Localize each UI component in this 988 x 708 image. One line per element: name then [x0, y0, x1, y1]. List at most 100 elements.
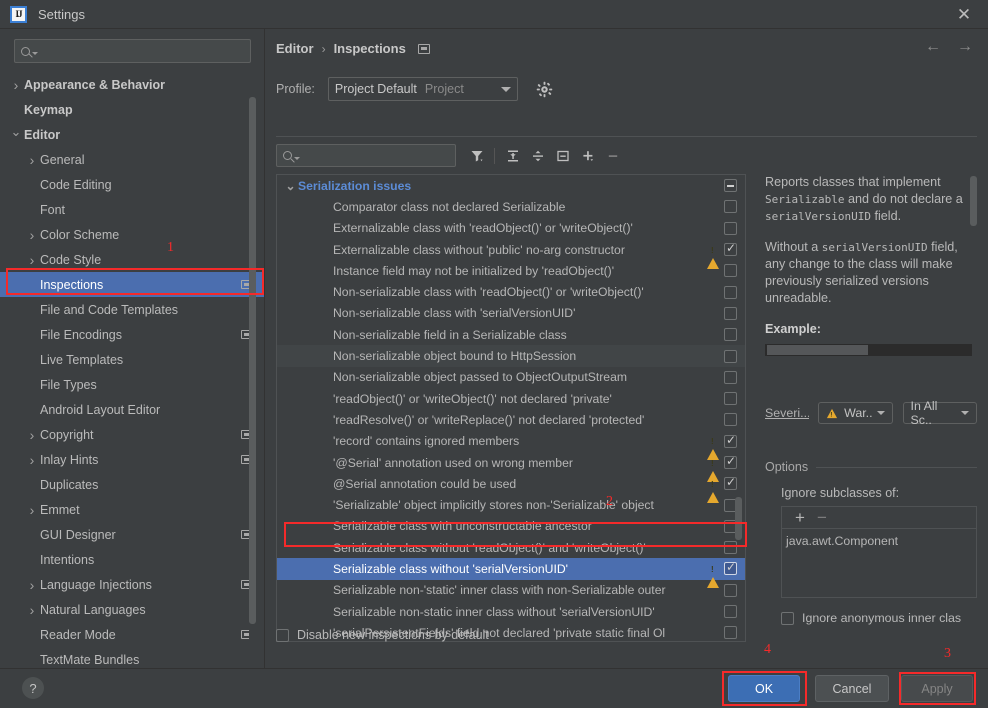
sidebar-item-live-templates[interactable]: Live Templates	[0, 347, 265, 372]
inspections-list[interactable]: ⌄ Serialization issues Comparator class no…	[276, 174, 746, 642]
close-icon[interactable]: ✕	[954, 4, 974, 24]
sidebar-item-intentions[interactable]: Intentions	[0, 547, 265, 572]
inspection-enabled-checkbox[interactable]	[724, 200, 737, 214]
chevron-right-icon[interactable]	[8, 77, 24, 93]
profile-dropdown[interactable]: Project Default Project	[327, 77, 518, 101]
inspection-enabled-checkbox[interactable]	[724, 475, 737, 491]
inspection-row[interactable]: Instance field may not be initialized by…	[277, 260, 745, 281]
severity-dropdown[interactable]: War..	[818, 402, 893, 424]
inspection-enabled-checkbox[interactable]	[724, 392, 737, 406]
filter-icon[interactable]	[464, 144, 489, 167]
inspection-row[interactable]: Non-serializable class with 'serialVersi…	[277, 303, 745, 324]
inspection-row[interactable]: Serializable class with unconstructable …	[277, 516, 745, 537]
sidebar-item-natural-languages[interactable]: Natural Languages	[0, 597, 265, 622]
chevron-right-icon[interactable]	[24, 502, 40, 518]
sidebar-item-color-scheme[interactable]: Color Scheme	[0, 222, 265, 247]
search-input[interactable]	[38, 44, 250, 58]
inspection-row[interactable]: Serializable class without 'serialVersio…	[277, 558, 745, 588]
sidebar-item-language-injections[interactable]: Language Injections	[0, 572, 265, 597]
inspection-row[interactable]: Serializable class without 'readObject()…	[277, 537, 745, 558]
inspection-row[interactable]: Externalizable class without 'public' no…	[277, 239, 745, 269]
ok-button[interactable]: OK	[728, 675, 800, 702]
inspection-row[interactable]: Non-serializable class with 'readObject(…	[277, 281, 745, 302]
inspection-row[interactable]: 'Serializable' object implicitly stores …	[277, 494, 745, 515]
disable-new-inspections-row[interactable]: Disable new inspections by default	[276, 628, 489, 642]
cancel-button[interactable]: Cancel	[815, 675, 889, 702]
sidebar-scrollbar-thumb[interactable]	[249, 97, 256, 624]
inspection-enabled-checkbox[interactable]	[724, 328, 737, 342]
sidebar-item-duplicates[interactable]: Duplicates	[0, 472, 265, 497]
ignore-subclasses-listbox[interactable]: + − java.awt.Component	[781, 506, 977, 598]
arrow-left-icon[interactable]: ←	[925, 39, 941, 55]
inspection-group-header[interactable]: ⌄ Serialization issues	[277, 175, 745, 196]
help-icon[interactable]: ?	[22, 677, 44, 699]
remove-icon[interactable]	[600, 144, 625, 167]
sidebar-item-file-types[interactable]: File Types	[0, 372, 265, 397]
inspection-filter-input[interactable]	[300, 148, 459, 163]
add-icon[interactable]	[575, 144, 600, 167]
inspection-row[interactable]: 'record' contains ignored members	[277, 431, 745, 461]
sidebar-item-emmet[interactable]: Emmet	[0, 497, 265, 522]
ignore-anonymous-checkbox-row[interactable]: Ignore anonymous inner clas	[781, 611, 961, 625]
sidebar-item-reader-mode[interactable]: Reader Mode	[0, 622, 265, 647]
inspection-enabled-checkbox[interactable]	[724, 583, 737, 597]
inspection-enabled-checkbox[interactable]	[724, 433, 737, 448]
collapse-all-icon[interactable]	[525, 144, 550, 167]
inspection-row[interactable]: Serializable non-static inner class with…	[277, 601, 745, 622]
inspection-row[interactable]: @Serial annotation could be used	[277, 473, 745, 503]
inspection-enabled-checkbox[interactable]	[724, 221, 737, 235]
inspection-row[interactable]: Serializable non-'static' inner class wi…	[277, 580, 745, 601]
chevron-right-icon[interactable]	[24, 252, 40, 268]
inspection-row[interactable]: Non-serializable object bound to HttpSes…	[277, 345, 745, 367]
remove-icon[interactable]: −	[811, 508, 833, 528]
sidebar-item-copyright[interactable]: Copyright	[0, 422, 265, 447]
chevron-right-icon[interactable]	[24, 452, 40, 468]
sidebar-item-keymap[interactable]: Keymap	[0, 97, 265, 122]
inspection-row[interactable]: 'readObject()' or 'writeObject()' not de…	[277, 388, 745, 409]
inspection-enabled-checkbox[interactable]	[724, 413, 737, 427]
inspection-enabled-checkbox[interactable]	[724, 626, 737, 640]
sidebar-item-editor[interactable]: Editor	[0, 122, 265, 147]
inspection-row[interactable]: Non-serializable field in a Serializable…	[277, 324, 745, 345]
inspection-enabled-checkbox[interactable]	[724, 541, 737, 555]
inspection-row[interactable]: 'readResolve()' or 'writeReplace()' not …	[277, 409, 745, 430]
ignore-subclass-entry[interactable]: java.awt.Component	[782, 529, 976, 548]
sidebar-item-file-encodings[interactable]: File Encodings	[0, 322, 265, 347]
sidebar-item-file-and-code-templates[interactable]: File and Code Templates	[0, 297, 265, 322]
inspection-enabled-checkbox[interactable]	[724, 605, 737, 619]
sidebar-item-general[interactable]: General	[0, 147, 265, 172]
sidebar-item-inlay-hints[interactable]: Inlay Hints	[0, 447, 265, 472]
sidebar-item-gui-designer[interactable]: GUI Designer	[0, 522, 265, 547]
add-icon[interactable]: +	[789, 508, 811, 528]
chevron-right-icon[interactable]	[24, 427, 40, 443]
chevron-down-icon[interactable]: ⌄	[283, 179, 298, 193]
sidebar-search-box[interactable]	[14, 39, 251, 63]
inspection-row[interactable]: Externalizable class with 'readObject()'…	[277, 218, 745, 239]
inspections-scrollbar-thumb[interactable]	[735, 497, 742, 540]
inspection-enabled-checkbox[interactable]	[724, 370, 737, 384]
inspection-row[interactable]: '@Serial' annotation used on wrong membe…	[277, 452, 745, 482]
chevron-right-icon[interactable]	[24, 152, 40, 168]
ignore-anonymous-checkbox[interactable]	[781, 611, 794, 625]
inspection-enabled-checkbox[interactable]	[724, 454, 737, 469]
scope-dropdown[interactable]: In All Sc..	[902, 399, 977, 427]
chevron-right-icon[interactable]	[24, 577, 40, 593]
disable-new-inspections-checkbox[interactable]	[276, 628, 289, 642]
apply-button[interactable]: Apply	[901, 675, 973, 702]
chevron-right-icon[interactable]	[24, 227, 40, 243]
sidebar-item-android-layout-editor[interactable]: Android Layout Editor	[0, 397, 265, 422]
inspection-row[interactable]: Comparator class not declared Serializab…	[277, 196, 745, 217]
gear-icon[interactable]	[536, 81, 553, 98]
inspection-enabled-checkbox[interactable]	[724, 241, 737, 257]
breadcrumb-parent[interactable]: Editor	[276, 41, 314, 56]
inspection-filter-box[interactable]	[276, 144, 459, 167]
sidebar-item-font[interactable]: Font	[0, 197, 265, 222]
reset-icon[interactable]	[550, 144, 575, 167]
sidebar-item-textmate-bundles[interactable]: TextMate Bundles	[0, 647, 265, 669]
inspection-enabled-checkbox[interactable]	[724, 264, 737, 278]
description-scrollbar-thumb[interactable]	[970, 176, 977, 226]
sidebar-item-inspections[interactable]: Inspections	[0, 272, 265, 297]
inspection-enabled-checkbox[interactable]	[724, 285, 737, 299]
inspection-enabled-checkbox[interactable]	[724, 349, 737, 363]
arrow-right-icon[interactable]: →	[957, 39, 973, 55]
